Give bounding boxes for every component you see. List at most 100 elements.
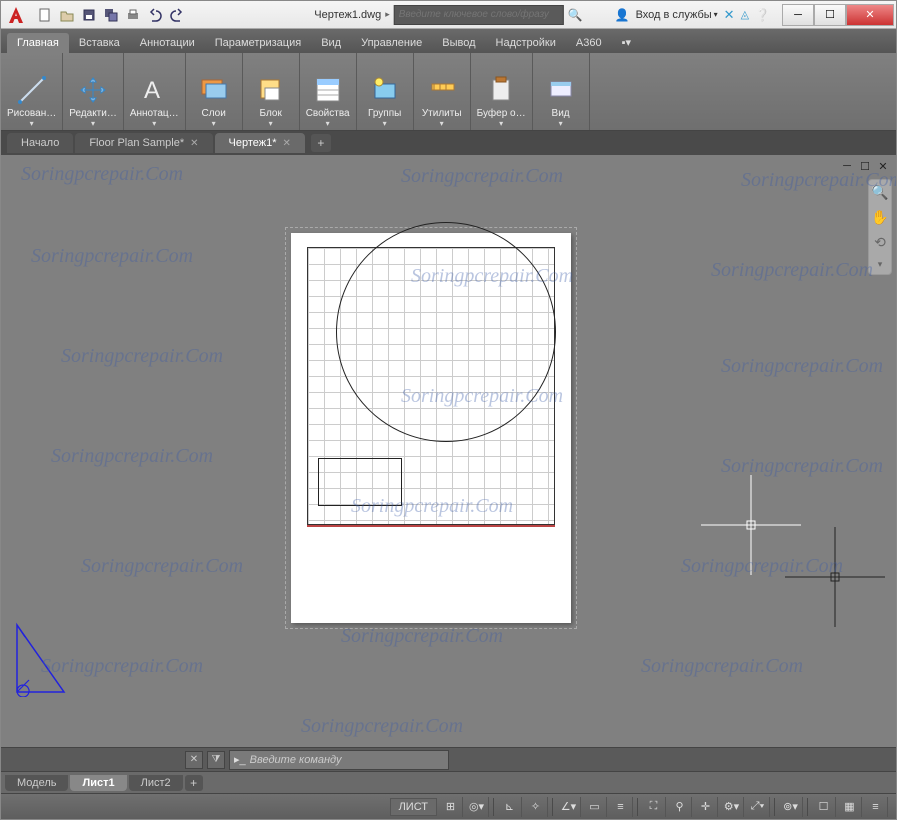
exchange-icon[interactable]: ✕: [724, 7, 735, 23]
maximize-button[interactable]: ☐: [814, 4, 846, 26]
minimize-button[interactable]: ─: [782, 4, 814, 26]
watermark: Soringpcrepair.Com: [721, 355, 883, 378]
signin-link[interactable]: Вход в службы▾: [636, 9, 718, 21]
ribbon-tab-0[interactable]: Главная: [7, 33, 69, 53]
ribbon-panel-props[interactable]: Свойства▾: [300, 53, 357, 130]
ribbon-panel-line[interactable]: Рисован…▾: [1, 53, 63, 130]
status-bar: ЛИСТ ⊞ ◎▾ ⊾ ✧ ∠▾ ▭ ≡ ⛶ ⚲ ✛ ⚙▾ ⤢▾ ⊚▾ ☐ ▦ …: [1, 793, 896, 819]
ribbon-tab-4[interactable]: Вид: [311, 33, 351, 53]
qat-save-icon[interactable]: [79, 5, 99, 25]
ribbon-tab-2[interactable]: Аннотации: [130, 33, 205, 53]
ribbon-panel-group[interactable]: Группы▾: [357, 53, 414, 130]
close-tab-icon[interactable]: ✕: [190, 138, 198, 149]
ribbon-panel-block[interactable]: Блок▾: [243, 53, 300, 130]
ribbon-panel-utils[interactable]: Утилиты▾: [414, 53, 471, 130]
document-tabstrip: НачалоFloor Plan Sample*✕Чертеж1*✕ +: [1, 131, 896, 155]
ribbon-panel-clip[interactable]: Буфер о…▾: [471, 53, 533, 130]
title-dropdown-icon[interactable]: ▸: [385, 9, 390, 20]
qat-undo-icon[interactable]: [145, 5, 165, 25]
svg-text:A: A: [144, 77, 160, 104]
status-annoscale-icon[interactable]: ⚲: [668, 797, 692, 817]
doc-tab-0[interactable]: Начало: [7, 133, 73, 153]
close-button[interactable]: ✕: [846, 4, 894, 26]
ribbon-panel-move[interactable]: Редакти…▾: [63, 53, 124, 130]
ribbon-tab-1[interactable]: Вставка: [69, 33, 130, 53]
margin-line: [307, 525, 555, 527]
drawn-circle[interactable]: [336, 222, 556, 442]
command-input[interactable]: ▸_ Введите команду: [229, 750, 449, 770]
ribbon-panel-text[interactable]: AАннотац…▾: [124, 53, 186, 130]
app-window: Чертеж1.dwg ▸ 🔍 👤 Вход в службы▾ ✕ ◬ ❔ ─…: [0, 0, 897, 820]
a360-icon[interactable]: ◬: [741, 8, 749, 21]
ucs-icon[interactable]: [9, 617, 79, 697]
ribbon-panel-layers[interactable]: Слои▾: [186, 53, 243, 130]
command-prompt-icon: ▸_: [234, 753, 246, 766]
watermark: Soringpcrepair.Com: [51, 445, 213, 468]
status-clean-icon[interactable]: ▦: [838, 797, 862, 817]
orbit-icon[interactable]: ⟲: [874, 234, 886, 251]
status-monitor-icon[interactable]: ☐: [812, 797, 836, 817]
app-logo[interactable]: [1, 1, 31, 29]
nav-drop-icon[interactable]: ▾: [878, 259, 883, 270]
viewport-maximize-icon[interactable]: ☐: [858, 159, 872, 173]
doc-tab-2[interactable]: Чертеж1*✕: [215, 133, 305, 153]
status-ortho-icon[interactable]: ⊾: [498, 797, 522, 817]
qat-saveas-icon[interactable]: [101, 5, 121, 25]
status-annovis-icon[interactable]: ⚙▾: [720, 797, 744, 817]
layout-viewport[interactable]: [307, 247, 555, 525]
add-doc-tab[interactable]: +: [311, 134, 331, 152]
watermark: Soringpcrepair.Com: [301, 715, 463, 738]
ribbon-tab-3[interactable]: Параметризация: [205, 33, 311, 53]
drawing-canvas[interactable]: ─ ☐ ✕ 🔍 ✋ ⟲ ▾: [1, 155, 896, 747]
command-line-row: ✕ ⧩ ▸_ Введите команду: [1, 747, 896, 771]
status-annoadd-icon[interactable]: ✛: [694, 797, 718, 817]
status-workspace-icon[interactable]: ⊚▾: [779, 797, 803, 817]
status-osnap-icon[interactable]: ∠▾: [557, 797, 581, 817]
status-grid-icon[interactable]: ⊞: [439, 797, 463, 817]
status-polar-icon[interactable]: ✧: [524, 797, 548, 817]
user-icon[interactable]: 👤: [615, 8, 630, 22]
ribbon-tab-6[interactable]: Вывод: [432, 33, 485, 53]
drawn-rectangle[interactable]: [318, 458, 402, 506]
binoculars-icon[interactable]: 🔍: [568, 8, 583, 22]
text-icon: A: [138, 74, 170, 106]
cmd-recent-icon[interactable]: ⧩: [207, 751, 225, 769]
doc-tab-1[interactable]: Floor Plan Sample*✕: [75, 133, 212, 153]
qat-print-icon[interactable]: [123, 5, 143, 25]
status-maximize-viewport-icon[interactable]: ⛶: [642, 797, 666, 817]
status-snap-icon[interactable]: ◎▾: [465, 797, 489, 817]
watermark: Soringpcrepair.Com: [31, 245, 193, 268]
qat-new-icon[interactable]: [35, 5, 55, 25]
close-tab-icon[interactable]: ✕: [283, 138, 291, 149]
ribbon-overflow-icon[interactable]: ▪▾: [612, 32, 641, 53]
viewport-close-icon[interactable]: ✕: [876, 159, 890, 173]
navigation-bar[interactable]: 🔍 ✋ ⟲ ▾: [868, 179, 892, 275]
search-input[interactable]: [394, 5, 564, 25]
ribbon-tab-5[interactable]: Управление: [351, 33, 432, 53]
watermark: Soringpcrepair.Com: [21, 163, 183, 186]
watermark: Soringpcrepair.Com: [61, 345, 223, 368]
props-icon: [312, 74, 344, 106]
status-otrack-icon[interactable]: ▭: [583, 797, 607, 817]
ribbon-tab-7[interactable]: Надстройки: [486, 33, 566, 53]
ribbon-panel-view[interactable]: Вид▾: [533, 53, 590, 130]
pan-icon[interactable]: ✋: [871, 209, 888, 226]
zoom-icon[interactable]: 🔍: [871, 184, 888, 201]
layout-tab-1[interactable]: Лист1: [70, 775, 126, 791]
status-scale-icon[interactable]: ⤢▾: [746, 797, 770, 817]
qat-open-icon[interactable]: [57, 5, 77, 25]
status-customize-icon[interactable]: ≡: [864, 797, 888, 817]
viewport-minimize-icon[interactable]: ─: [840, 159, 854, 173]
help-icon[interactable]: ❔: [755, 8, 770, 22]
layout-tab-2[interactable]: Лист2: [129, 775, 183, 791]
status-lineweight-icon[interactable]: ≡: [609, 797, 633, 817]
status-mode[interactable]: ЛИСТ: [390, 798, 437, 816]
clip-icon: [485, 74, 517, 106]
document-title: Чертеж1.dwg: [314, 9, 381, 21]
ribbon-tab-8[interactable]: A360: [566, 33, 612, 53]
layout-tab-0[interactable]: Модель: [5, 775, 68, 791]
cmd-close-icon[interactable]: ✕: [185, 751, 203, 769]
block-icon: [255, 74, 287, 106]
add-layout-tab[interactable]: +: [185, 775, 203, 791]
qat-redo-icon[interactable]: [167, 5, 187, 25]
